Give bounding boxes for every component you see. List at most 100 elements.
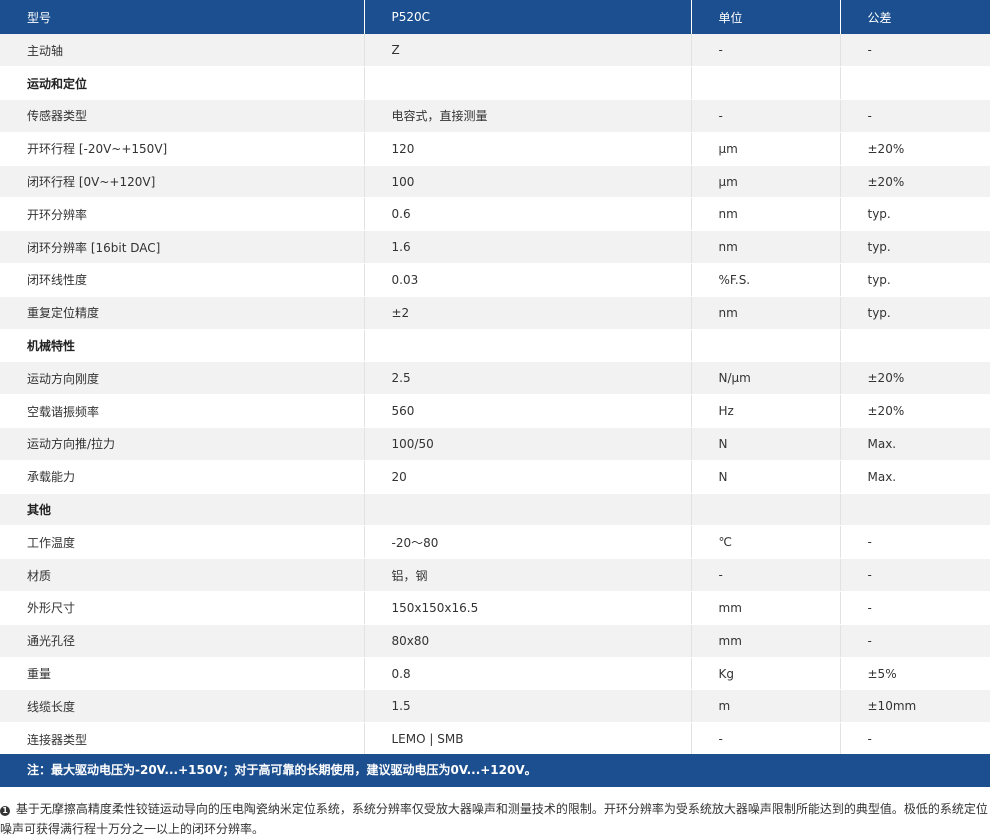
- cell-value: 0.03: [364, 263, 692, 297]
- cell-unit: -: [691, 558, 841, 593]
- cell-unit: -: [691, 99, 841, 133]
- cell-param: 外形尺寸: [0, 591, 365, 625]
- table-row: 连接器类型 LEMO | SMB - -: [0, 722, 990, 757]
- cell-param: 运动和定位: [0, 66, 365, 101]
- cell-value: LEMO | SMB: [364, 722, 692, 757]
- header-unit: 单位: [691, 0, 841, 34]
- table-row: 通光孔径 80x80 mm -: [0, 624, 990, 658]
- cell-tolerance: ±20%: [840, 165, 990, 199]
- section-row: 机械特性: [0, 329, 990, 363]
- cell-unit: nm: [691, 230, 841, 265]
- cell-param: 运动方向推/拉力: [0, 427, 365, 461]
- cell-unit: nm: [691, 296, 841, 330]
- cell-param: 开环行程 [-20V~+150V]: [0, 132, 365, 166]
- cell-unit: m: [691, 689, 841, 724]
- table-row: 闭环行程 [0V~+120V] 100 μm ±20%: [0, 165, 990, 199]
- cell-unit: μm: [691, 165, 841, 199]
- table-row: 承载能力 20 N Max.: [0, 460, 990, 494]
- table-row: 空载谐振频率 560 Hz ±20%: [0, 394, 990, 429]
- table-row: 运动方向刚度 2.5 N/μm ±20%: [0, 361, 990, 396]
- cell-unit: Kg: [691, 657, 841, 691]
- table-row: 工作温度 -20～80 ℃ -: [0, 525, 990, 560]
- cell-unit: mm: [691, 591, 841, 625]
- cell-value: Z: [364, 34, 692, 68]
- cell-tolerance: -: [840, 525, 990, 560]
- cell-value: 560: [364, 394, 692, 429]
- cell-unit: [691, 493, 841, 527]
- cell-tolerance: typ.: [840, 230, 990, 265]
- cell-value: -20～80: [364, 525, 692, 560]
- cell-unit: μm: [691, 132, 841, 166]
- cell-tolerance: -: [840, 624, 990, 658]
- cell-unit: nm: [691, 197, 841, 232]
- cell-value: 120: [364, 132, 692, 166]
- cell-tolerance: ±20%: [840, 361, 990, 396]
- cell-value: 80x80: [364, 624, 692, 658]
- cell-tolerance: [840, 66, 990, 101]
- cell-tolerance: ±5%: [840, 657, 990, 691]
- cell-value: [364, 329, 692, 363]
- section-row: 其他: [0, 493, 990, 527]
- table-row: 重量 0.8 Kg ±5%: [0, 657, 990, 691]
- cell-tolerance: -: [840, 558, 990, 593]
- cell-param: 闭环行程 [0V~+120V]: [0, 165, 365, 199]
- header-model: 型号: [0, 0, 365, 34]
- cell-value: 电容式，直接测量: [364, 99, 692, 133]
- header-tolerance: 公差: [867, 10, 892, 25]
- cell-tolerance: -: [840, 591, 990, 625]
- table-row: 材质 铝，钢 - -: [0, 558, 990, 593]
- cell-tolerance: typ.: [840, 296, 990, 330]
- table-row: 闭环线性度 0.03 %F.S. typ.: [0, 263, 990, 297]
- header-p520c: P520C: [364, 0, 692, 34]
- cell-unit: N: [691, 427, 841, 461]
- footnote: 1 基于无摩擦高精度柔性铰链运动导向的压电陶瓷纳米定位系统，系统分辨率仅受放大器…: [0, 799, 990, 839]
- cell-value: [364, 66, 692, 101]
- cell-tolerance: ±20%: [840, 132, 990, 166]
- footnote-text: 基于无摩擦高精度柔性铰链运动导向的压电陶瓷纳米定位系统，系统分辨率仅受放大器噪声…: [0, 802, 988, 836]
- cell-value: 0.8: [364, 657, 692, 691]
- cell-param: 运动方向刚度: [0, 361, 365, 396]
- cell-tolerance: [840, 493, 990, 527]
- cell-tolerance: -: [840, 99, 990, 133]
- cell-unit: Hz: [691, 394, 841, 429]
- cell-value: 1.6: [364, 230, 692, 265]
- cell-unit: ℃: [691, 525, 841, 560]
- cell-param: 传感器类型: [0, 99, 365, 133]
- cell-param: 工作温度: [0, 525, 365, 560]
- table-row: 线缆长度 1.5 m ±10mm: [0, 689, 990, 724]
- cell-param: 承载能力: [0, 460, 365, 494]
- cell-tolerance: typ.: [840, 263, 990, 297]
- note-bar: 注：最大驱动电压为-20V...+150V；对于高可靠的长期使用，建议驱动电压为…: [0, 754, 990, 787]
- cell-param: 重量: [0, 657, 365, 691]
- cell-param: 机械特性: [0, 329, 365, 363]
- section-row: 运动和定位: [0, 66, 990, 101]
- cell-value: 1.5: [364, 689, 692, 724]
- cell-unit: -: [691, 722, 841, 757]
- table-header-row: 型号 P520C 单位 公差: [0, 0, 990, 34]
- table-row: 闭环分辨率 [16bit DAC] 1.6 nm typ.: [0, 230, 990, 265]
- table-row: 运动方向推/拉力 100/50 N Max.: [0, 427, 990, 461]
- table-row: 开环行程 [-20V~+150V] 120 μm ±20%: [0, 132, 990, 166]
- cell-tolerance: Max.: [840, 427, 990, 461]
- table-row: 外形尺寸 150x150x16.5 mm -: [0, 591, 990, 625]
- cell-value: ±2: [364, 296, 692, 330]
- cell-tolerance: -: [840, 722, 990, 757]
- cell-unit: N: [691, 460, 841, 494]
- spec-table: 型号 P520C 单位 公差 主动轴 Z - - 运动和定位 传感器类型 电容式，直接测量 -…: [0, 0, 990, 757]
- cell-param: 材质: [0, 558, 365, 593]
- cell-tolerance: -: [840, 34, 990, 68]
- cell-value: 铝，钢: [364, 558, 692, 593]
- cell-unit: [691, 329, 841, 363]
- table-row: 重复定位精度 ±2 nm typ.: [0, 296, 990, 330]
- cell-unit: %F.S.: [691, 263, 841, 297]
- cell-param: 通光孔径: [0, 624, 365, 658]
- cell-value: 100/50: [364, 427, 692, 461]
- cell-tolerance: ±10mm: [840, 689, 990, 724]
- cell-param: 主动轴: [0, 34, 365, 68]
- cell-tolerance: typ.: [840, 197, 990, 232]
- cell-value: 150x150x16.5: [364, 591, 692, 625]
- cell-param: 其他: [0, 493, 365, 527]
- cell-tolerance: [840, 329, 990, 363]
- cell-param: 闭环分辨率 [16bit DAC]: [0, 230, 365, 265]
- table-row: 传感器类型 电容式，直接测量 - -: [0, 99, 990, 133]
